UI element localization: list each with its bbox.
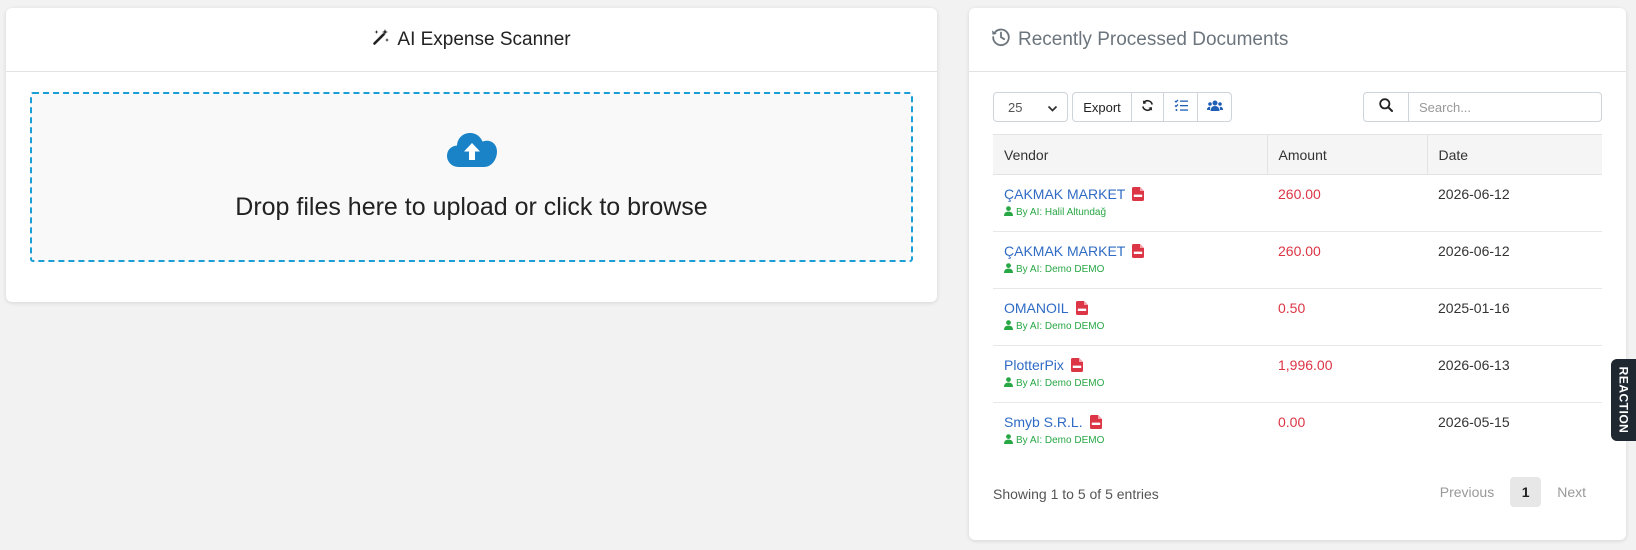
column-header-amount[interactable]: Amount [1266, 134, 1427, 175]
processed-by: By AI: Demo DEMO [1004, 377, 1267, 390]
table-row: ÇAKMAK MARKET By AI: Halil Altundağ 260.00… [993, 175, 1602, 232]
search-button[interactable] [1363, 92, 1409, 122]
vendor-line: Smyb S.R.L. [1004, 414, 1267, 430]
previous-page-button[interactable]: Previous [1424, 477, 1510, 507]
user-icon [1004, 434, 1016, 447]
vendor-line: ÇAKMAK MARKET [1004, 243, 1267, 259]
documents-card: Recently Processed Documents 25 Export S… [969, 8, 1626, 540]
table-toolbar: 25 Export [993, 92, 1602, 122]
page-number-button[interactable]: 1 [1510, 477, 1542, 507]
documents-title: Recently Processed Documents [1018, 28, 1289, 50]
processed-by: By AI: Demo DEMO [1004, 263, 1267, 276]
users-button[interactable] [1197, 92, 1232, 122]
page-size-select[interactable]: 25 [993, 92, 1068, 122]
pdf-file-icon[interactable] [1070, 358, 1083, 372]
cloud-upload-icon [446, 130, 498, 173]
documents-table: Vendor Amount Date ÇAKMAK MARKET By AI: H… [993, 134, 1602, 460]
vendor-cell: Smyb S.R.L. By AI: Demo DEMO [993, 403, 1267, 460]
pdf-file-icon[interactable] [1089, 415, 1102, 429]
processed-by: By AI: Demo DEMO [1004, 320, 1267, 333]
vendor-cell: PlotterPix By AI: Demo DEMO [993, 346, 1267, 403]
vendor-cell: OMANOIL By AI: Demo DEMO [993, 289, 1267, 346]
vendor-link[interactable]: Smyb S.R.L. [1004, 414, 1083, 430]
date-cell: 2026-06-13 [1438, 357, 1510, 373]
next-page-button[interactable]: Next [1541, 477, 1602, 507]
reaction-side-tab[interactable]: REACTION [1611, 359, 1636, 441]
scanner-card: AI Expense Scanner Drop files here to up… [6, 8, 937, 302]
vendor-link[interactable]: PlotterPix [1004, 357, 1064, 373]
history-icon [991, 27, 1018, 53]
list-check-icon [1174, 99, 1188, 115]
table-row: PlotterPix By AI: Demo DEMO 1,996.00 2026-0… [993, 346, 1602, 403]
processed-by-label: By AI: Demo DEMO [1016, 321, 1105, 332]
scanner-title: AI Expense Scanner [397, 28, 571, 50]
users-icon [1206, 100, 1223, 115]
processed-by-label: By AI: Demo DEMO [1016, 378, 1105, 389]
processed-by: By AI: Demo DEMO [1004, 434, 1267, 447]
pdf-file-icon[interactable] [1132, 187, 1145, 201]
vendor-cell: ÇAKMAK MARKET By AI: Demo DEMO [993, 232, 1267, 289]
table-actions: Export [1072, 92, 1232, 122]
amount-cell: 0.00 [1278, 414, 1306, 430]
magic-wand-icon [372, 28, 397, 52]
pagination: Previous 1 Next [1424, 477, 1602, 507]
date-cell: 2026-05-15 [1438, 414, 1510, 430]
search-group [1363, 92, 1602, 122]
pdf-file-icon[interactable] [1075, 301, 1088, 315]
processed-by: By AI: Halil Altundağ [1004, 206, 1267, 219]
entries-info: Showing 1 to 5 of 5 entries [993, 486, 1159, 502]
scanner-header: AI Expense Scanner [6, 8, 937, 72]
file-dropzone[interactable]: Drop files here to upload or click to br… [30, 92, 913, 262]
pdf-file-icon[interactable] [1132, 244, 1145, 258]
date-cell: 2025-01-16 [1438, 300, 1510, 316]
refresh-button[interactable] [1131, 92, 1164, 122]
table-header-row: Vendor Amount Date [993, 134, 1602, 175]
user-icon [1004, 320, 1016, 333]
column-header-date[interactable]: Date [1426, 134, 1602, 175]
vendor-link[interactable]: ÇAKMAK MARKET [1004, 186, 1125, 202]
vendor-link[interactable]: OMANOIL [1004, 300, 1069, 316]
date-cell: 2026-06-12 [1438, 186, 1510, 202]
columns-button[interactable] [1163, 92, 1198, 122]
reaction-label: REACTION [1616, 366, 1631, 434]
dropzone-text: Drop files here to upload or click to br… [235, 193, 708, 221]
search-input[interactable] [1409, 92, 1602, 122]
amount-cell: 260.00 [1278, 186, 1321, 202]
date-cell: 2026-06-12 [1438, 243, 1510, 259]
processed-by-label: By AI: Halil Altundağ [1016, 207, 1107, 218]
column-header-vendor[interactable]: Vendor [993, 134, 1267, 175]
user-icon [1004, 206, 1016, 219]
export-button[interactable]: Export [1072, 92, 1132, 122]
chevron-down-icon [1047, 102, 1058, 117]
amount-cell: 260.00 [1278, 243, 1321, 259]
vendor-line: ÇAKMAK MARKET [1004, 186, 1267, 202]
processed-by-label: By AI: Demo DEMO [1016, 264, 1105, 275]
user-icon [1004, 263, 1016, 276]
vendor-cell: ÇAKMAK MARKET By AI: Halil Altundağ [993, 175, 1267, 232]
processed-by-label: By AI: Demo DEMO [1016, 435, 1105, 446]
table-row: OMANOIL By AI: Demo DEMO 0.50 2025-01-16 [993, 289, 1602, 346]
amount-cell: 0.50 [1278, 300, 1306, 316]
export-label: Export [1083, 99, 1121, 115]
refresh-icon [1141, 99, 1154, 115]
vendor-line: PlotterPix [1004, 357, 1267, 373]
vendor-line: OMANOIL [1004, 300, 1267, 316]
user-icon [1004, 377, 1016, 390]
page-size-value: 25 [1008, 99, 1023, 115]
table-body: ÇAKMAK MARKET By AI: Halil Altundağ 260.00… [993, 175, 1602, 460]
vendor-link[interactable]: ÇAKMAK MARKET [1004, 243, 1125, 259]
amount-cell: 1,996.00 [1278, 357, 1333, 373]
documents-header: Recently Processed Documents [969, 8, 1626, 72]
table-row: Smyb S.R.L. By AI: Demo DEMO 0.00 2026-05-1… [993, 403, 1602, 460]
search-icon [1379, 97, 1393, 117]
table-row: ÇAKMAK MARKET By AI: Demo DEMO 260.00 2026-… [993, 232, 1602, 289]
